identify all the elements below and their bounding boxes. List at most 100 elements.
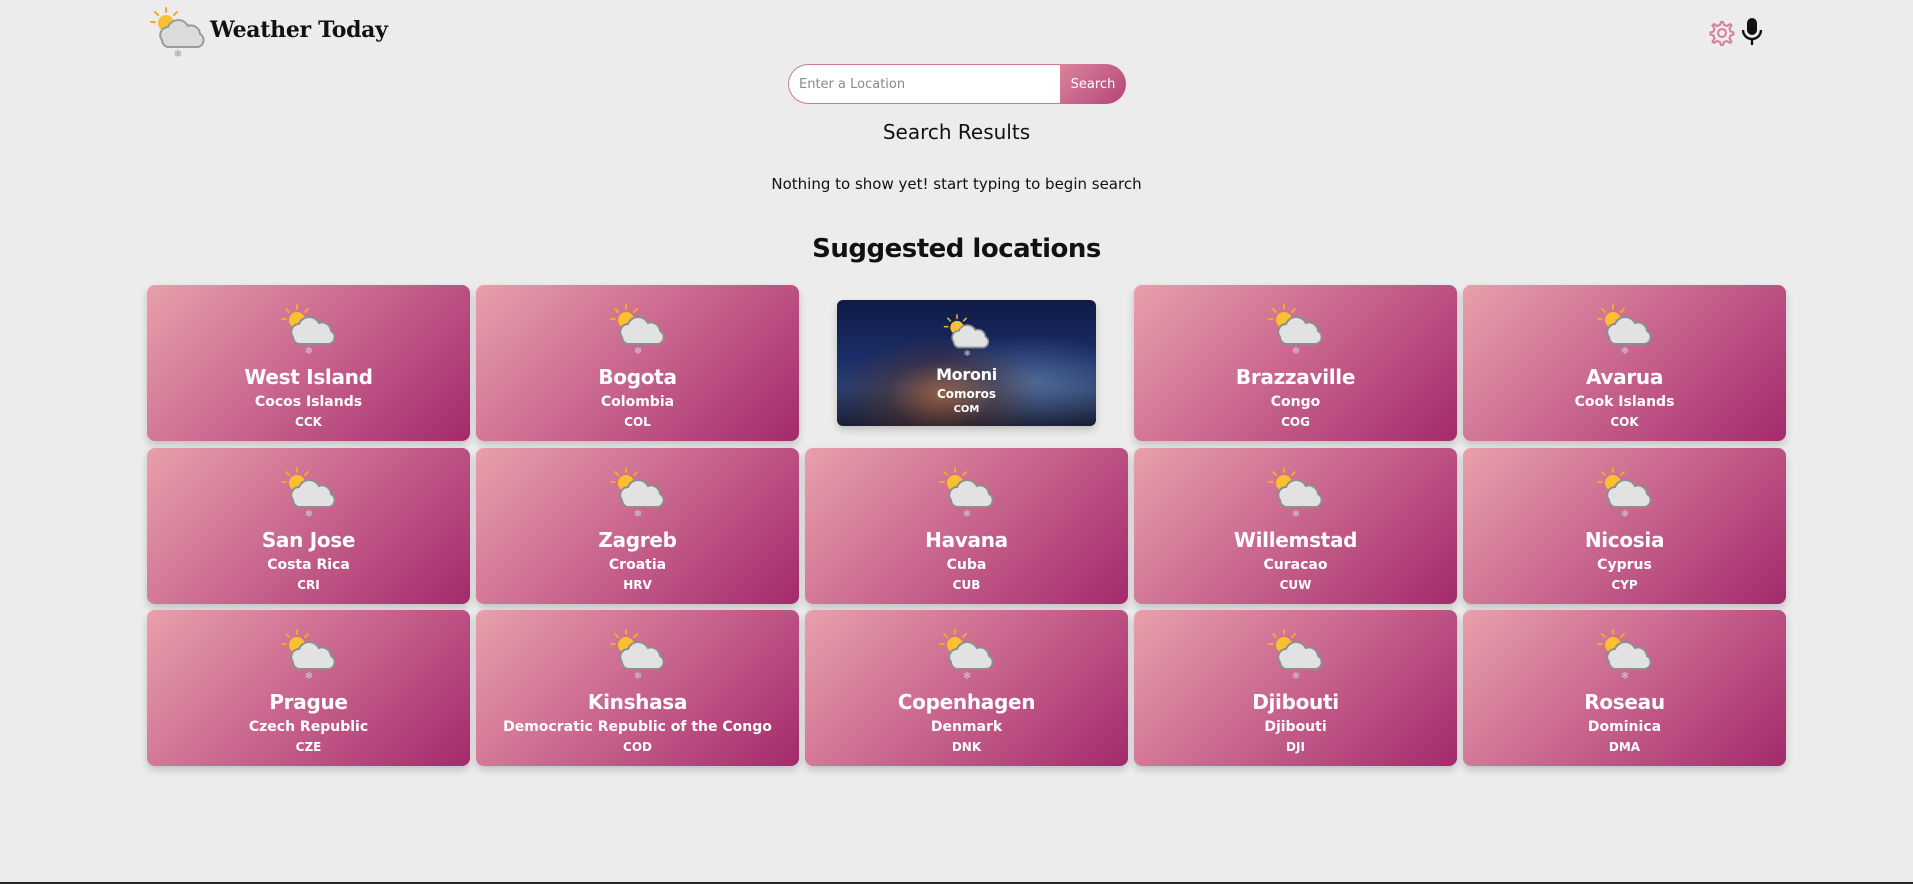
location-code: DNK <box>951 740 982 754</box>
location-card[interactable]: ❄ Nicosia Cyprus CYP <box>1463 448 1786 604</box>
location-country: Denmark <box>930 719 1003 735</box>
search-results-empty-message: Nothing to show yet! start typing to beg… <box>771 175 1142 193</box>
sun-cloud-snow-icon: ❄ <box>938 467 994 520</box>
location-code: COG <box>1281 415 1310 429</box>
location-city: Bogota <box>598 365 677 389</box>
svg-text:❄: ❄ <box>633 346 641 357</box>
sun-cloud-snow-icon: ❄ <box>1596 304 1652 357</box>
location-city: Nicosia <box>1584 528 1665 552</box>
location-city: San Jose <box>261 528 356 552</box>
sun-cloud-snow-icon: ❄ <box>1596 467 1652 520</box>
location-card[interactable]: ❄ Brazzaville Congo COG <box>1134 285 1457 441</box>
svg-text:❄: ❄ <box>304 509 312 520</box>
location-city: Roseau <box>1584 690 1665 714</box>
location-country: Curacao <box>1263 557 1328 573</box>
search-button[interactable]: Search <box>1060 64 1126 104</box>
svg-text:❄: ❄ <box>174 49 182 58</box>
location-card[interactable]: ❄ Kinshasa Democratic Republic of the Cong… <box>476 610 799 766</box>
location-city: Havana <box>925 528 1008 552</box>
sun-cloud-snow-icon: ❄ <box>1596 629 1652 682</box>
location-code: COD <box>623 740 652 754</box>
location-card[interactable]: ❄ Zagreb Croatia HRV <box>476 448 799 604</box>
location-country: Dominica <box>1587 719 1662 735</box>
location-card[interactable]: ❄ Roseau Dominica DMA <box>1463 610 1786 766</box>
svg-text:❄: ❄ <box>962 509 970 520</box>
location-card[interactable]: ❄ Willemstad Curacao CUW <box>1134 448 1457 604</box>
location-card[interactable]: ❄ San Jose Costa Rica CRI <box>147 448 470 604</box>
location-country: Djibouti <box>1264 719 1327 735</box>
app-title: Weather Today <box>210 17 388 43</box>
svg-text:❄: ❄ <box>633 671 641 682</box>
svg-text:❄: ❄ <box>304 346 312 357</box>
location-country: Congo <box>1270 394 1321 410</box>
svg-text:❄: ❄ <box>963 348 970 358</box>
location-country: Czech Republic <box>248 719 369 735</box>
location-city: Djibouti <box>1252 690 1339 714</box>
sun-cloud-snow-icon: ❄ <box>1267 304 1323 357</box>
location-city: Moroni <box>936 365 997 384</box>
location-code: COM <box>953 404 980 415</box>
sun-cloud-snow-icon: ❄ <box>938 629 994 682</box>
location-code: COL <box>624 415 651 429</box>
location-country: Colombia <box>600 394 675 410</box>
location-country: Costa Rica <box>267 557 350 573</box>
svg-text:❄: ❄ <box>304 671 312 682</box>
location-code: CUB <box>952 578 981 592</box>
svg-text:❄: ❄ <box>962 671 970 682</box>
suggested-locations-heading: Suggested locations <box>812 234 1101 264</box>
location-card[interactable]: ❄ Havana Cuba CUB <box>805 448 1128 604</box>
location-code: CRI <box>297 578 320 592</box>
logo[interactable]: ❄ Weather Today <box>148 6 388 58</box>
header: ❄ Weather Today <box>0 0 1913 64</box>
location-code: CUW <box>1279 578 1312 592</box>
svg-text:❄: ❄ <box>633 509 641 520</box>
search-results-heading: Search Results <box>882 120 1031 144</box>
location-country: Cuba <box>946 557 987 573</box>
sun-cloud-snow-icon: ❄ <box>609 304 665 357</box>
location-card[interactable]: ❄ Djibouti Djibouti DJI <box>1134 610 1457 766</box>
location-code: CZE <box>295 740 322 754</box>
location-country: Cyprus <box>1597 557 1652 573</box>
svg-text:❄: ❄ <box>1291 346 1299 357</box>
sun-cloud-snow-icon: ❄ <box>609 467 665 520</box>
location-code: CYP <box>1611 578 1638 592</box>
location-code: CCK <box>295 415 322 429</box>
svg-text:❄: ❄ <box>1291 509 1299 520</box>
location-card[interactable]: ❄ Prague Czech Republic CZE <box>147 610 470 766</box>
search-bar: Search <box>788 64 1126 104</box>
location-code: DJI <box>1286 740 1305 754</box>
sun-cloud-snow-icon: ❄ <box>280 629 336 682</box>
sun-cloud-snow-icon: ❄ <box>150 7 205 58</box>
location-card[interactable]: ❄ Avarua Cook Islands COK <box>1463 285 1786 441</box>
location-code: DMA <box>1608 740 1641 754</box>
location-code: COK <box>1610 415 1639 429</box>
location-card[interactable]: ❄ Bogota Colombia COL <box>476 285 799 441</box>
location-card[interactable]: ❄ Copenhagen Denmark DNK <box>805 610 1128 766</box>
location-country: Cook Islands <box>1574 394 1675 410</box>
location-city: Brazzaville <box>1235 365 1356 389</box>
location-country: Cocos Islands <box>254 394 363 410</box>
svg-text:❄: ❄ <box>1620 671 1628 682</box>
svg-text:❄: ❄ <box>1620 346 1628 357</box>
svg-text:❄: ❄ <box>1620 509 1628 520</box>
location-card[interactable]: ❄ Moroni Comoros COM <box>837 300 1096 426</box>
sun-cloud-snow-icon: ❄ <box>1267 629 1323 682</box>
sun-cloud-snow-icon: ❄ <box>280 304 336 357</box>
location-country: Democratic Republic of the Congo <box>503 719 772 735</box>
location-city: Willemstad <box>1233 528 1358 552</box>
location-city: Prague <box>269 690 348 714</box>
search-input[interactable] <box>788 64 1060 104</box>
gear-icon[interactable] <box>1706 18 1736 48</box>
location-city: Zagreb <box>598 528 677 552</box>
location-city: Avarua <box>1585 365 1664 389</box>
svg-text:❄: ❄ <box>1291 671 1299 682</box>
location-country: Comoros <box>936 387 997 401</box>
location-city: Kinshasa <box>587 690 688 714</box>
location-card[interactable]: ❄ West Island Cocos Islands CCK <box>147 285 470 441</box>
microphone-icon[interactable] <box>1738 16 1766 48</box>
location-city: Copenhagen <box>897 690 1036 714</box>
sun-cloud-snow-icon: ❄ <box>280 467 336 520</box>
location-code: HRV <box>623 578 652 592</box>
sun-cloud-snow-icon: ❄ <box>943 314 989 358</box>
location-country: Croatia <box>608 557 667 573</box>
